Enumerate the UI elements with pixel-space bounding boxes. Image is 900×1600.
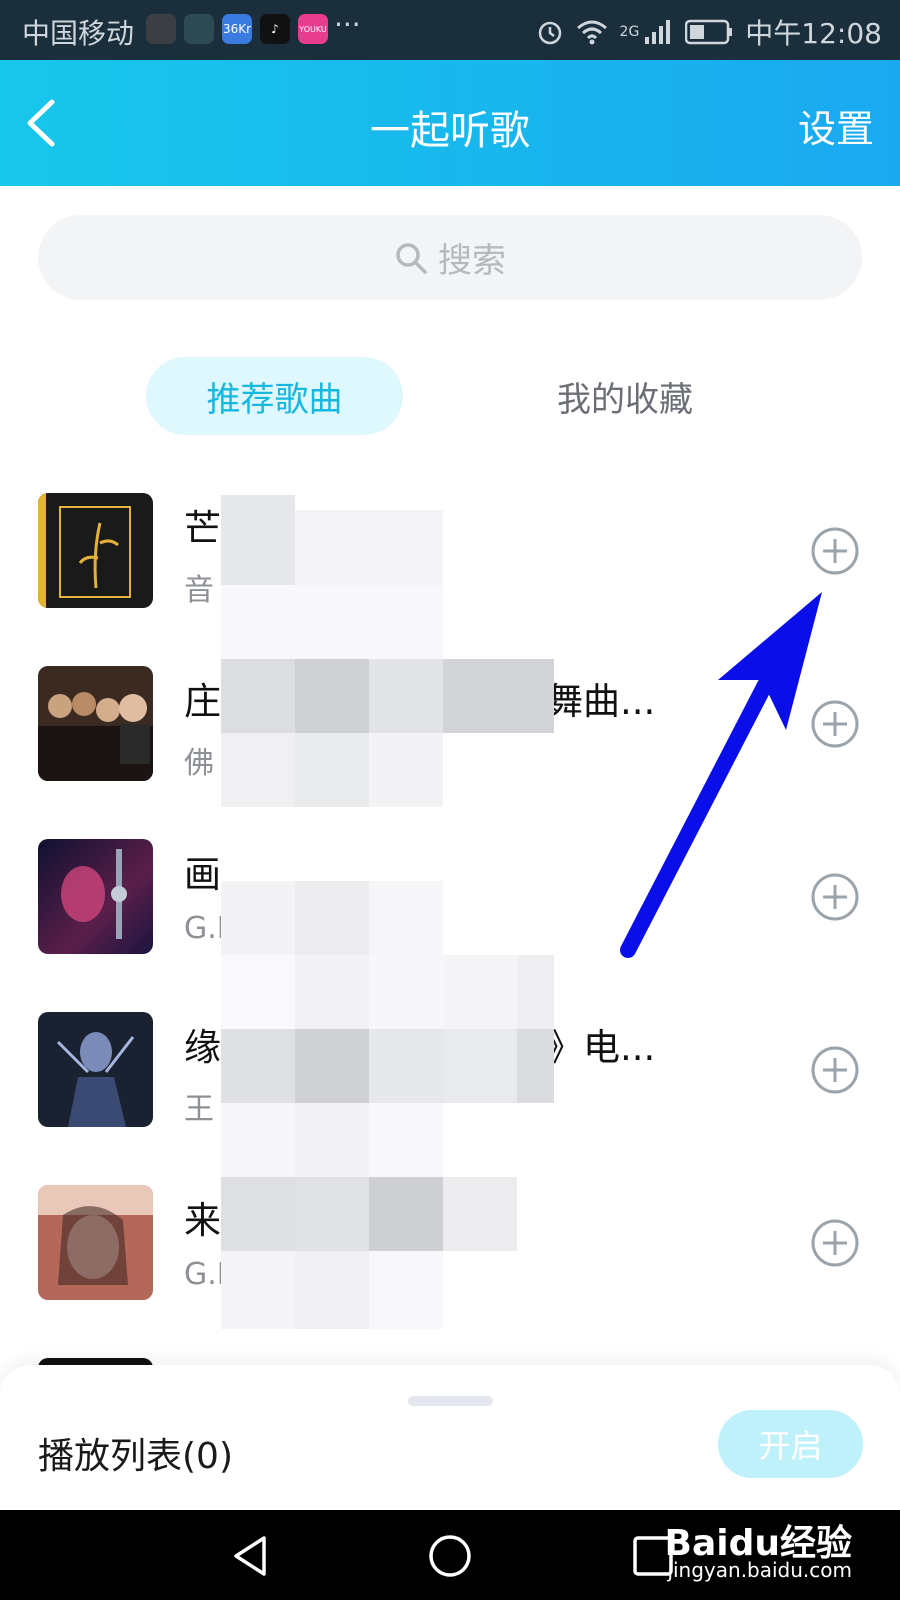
wifi-icon [576,20,607,45]
add-icon[interactable] [810,526,860,576]
mosaic-blur-overlay [221,495,554,1329]
playlist-label[interactable]: 播放列表(0) [38,1427,233,1479]
album-cover [38,839,153,954]
youku-icon: YOUKU [298,14,328,44]
song-artist: G.I [184,1257,226,1292]
more-notifications-icon: ··· [334,8,361,41]
network-type: 2G [619,24,640,40]
song-title: 画 [184,853,221,896]
baidu-watermark: Baidu经验 jingyan.baidu.com [665,1500,852,1590]
song-artist: 王 [184,1092,214,1127]
tiktok-icon: ♪ [260,14,290,44]
album-cover [38,1012,153,1127]
album-cover [38,493,153,608]
search-input[interactable]: 搜索 [38,215,862,300]
song-artist: 佛 [184,746,214,781]
app-icon-2 [184,14,214,44]
add-icon[interactable] [810,1218,860,1268]
drag-handle[interactable] [408,1396,493,1406]
status-bar: 中国移动 36Kr ♪ YOUKU ··· 2G 中午12:08 [0,0,900,60]
clock: 中午12:08 [745,17,882,50]
36kr-icon: 36Kr [222,14,252,44]
title-bar: 一起听歌 设置 [0,60,900,186]
annotation-arrow [620,592,822,958]
page-title: 一起听歌 [370,108,530,154]
app-icon-1 [146,14,176,44]
song-artist: G.I [184,911,226,946]
search-icon [396,242,427,274]
home-circle-icon[interactable] [427,1533,473,1579]
tab-recommended-songs[interactable]: 推荐歌曲 [146,357,403,435]
tab-my-favorites[interactable]: 我的收藏 [520,357,730,435]
alarm-icon [538,21,561,45]
add-icon[interactable] [810,1045,860,1095]
playlist-panel: 播放列表(0) 开启 [0,1365,900,1510]
album-cover [38,1185,153,1300]
open-button[interactable]: 开启 [718,1410,863,1478]
battery-icon [685,19,733,45]
signal-icon [645,20,671,44]
song-artist: 音 [184,573,214,608]
settings-button[interactable]: 设置 [798,98,874,153]
status-right: 2G 中午12:08 [536,12,882,52]
back-triangle-icon[interactable] [228,1533,274,1579]
song-title: 芒 [184,507,221,550]
notification-icons: 36Kr ♪ YOUKU [146,14,328,44]
song-title: 来 [184,1199,221,1242]
album-cover [38,666,153,781]
watermark-url: jingyan.baidu.com [667,1558,852,1582]
search-placeholder: 搜索 [438,241,506,281]
carrier-name: 中国移动 [22,17,135,50]
